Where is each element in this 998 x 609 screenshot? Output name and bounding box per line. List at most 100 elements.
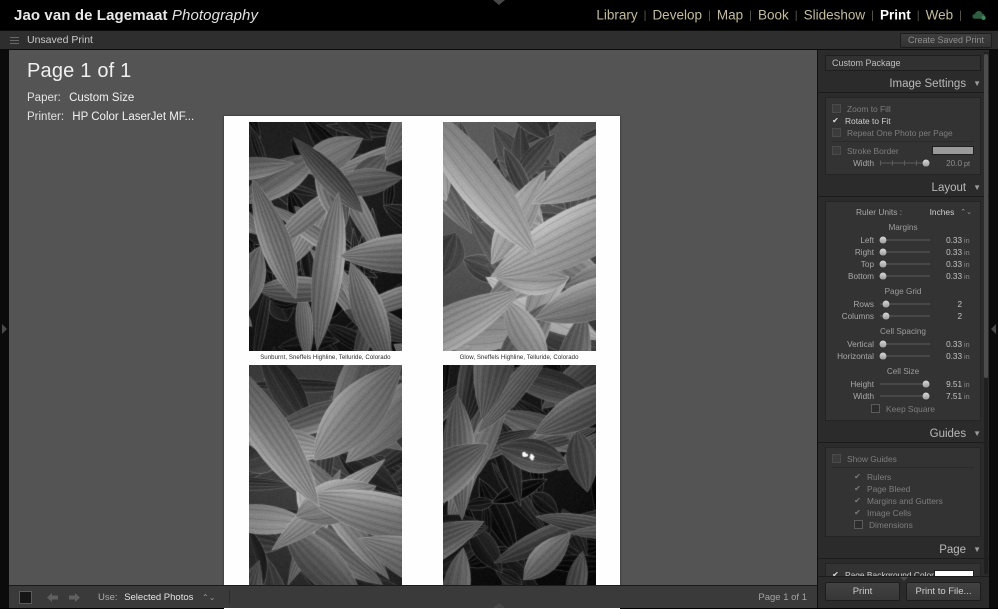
print-page-sheet[interactable]: Sunburnt, Sneffels Highline, Telluride, … bbox=[224, 116, 620, 609]
slider-track[interactable] bbox=[880, 380, 930, 389]
section-title: Image Settings bbox=[889, 78, 966, 90]
slider-rows[interactable]: Rows 2 bbox=[826, 298, 980, 310]
toolbar-divider bbox=[229, 590, 230, 604]
checkbox-icon bbox=[854, 520, 863, 529]
section-header-page[interactable]: Page ▼ bbox=[818, 541, 989, 559]
hamburger-icon[interactable] bbox=[10, 37, 19, 44]
slider-knob[interactable] bbox=[879, 341, 886, 348]
left-panel-collapse-strip[interactable] bbox=[0, 50, 9, 608]
option-rotate-to-fit[interactable]: ✔ Rotate to Fit bbox=[826, 115, 980, 126]
photo-thumbnail[interactable] bbox=[443, 365, 596, 594]
slider-knob[interactable] bbox=[879, 261, 886, 268]
section-title: Guides bbox=[930, 428, 966, 440]
photo-cell[interactable]: A hidden world, Sneffels Highline, Tellu… bbox=[442, 365, 596, 604]
template-preset-field[interactable]: Custom Package bbox=[825, 55, 981, 71]
option-page-bleed[interactable]: ✔ Page Bleed bbox=[826, 483, 980, 494]
slider-knob[interactable] bbox=[879, 249, 886, 256]
section-body-image-settings: Zoom to Fill ✔ Rotate to Fit Repeat One … bbox=[825, 97, 981, 175]
section-header-layout[interactable]: Layout ▼ bbox=[818, 179, 989, 197]
option-show-guides[interactable]: Show Guides bbox=[826, 453, 980, 464]
module-library[interactable]: Library bbox=[591, 8, 642, 23]
slider-knob[interactable] bbox=[922, 381, 929, 388]
slider-track[interactable] bbox=[880, 159, 930, 168]
photo-caption: Sunburnt, Sneffels Highline, Telluride, … bbox=[260, 355, 390, 361]
option-repeat-one-photo[interactable]: Repeat One Photo per Page bbox=[826, 127, 980, 138]
slider-track[interactable] bbox=[880, 260, 930, 269]
paper-row: Paper: Custom Size bbox=[27, 92, 194, 104]
right-panel-scrollbar[interactable] bbox=[984, 52, 988, 574]
slider-line bbox=[880, 264, 930, 265]
slider-track[interactable] bbox=[880, 272, 930, 281]
print-button[interactable]: Print bbox=[825, 582, 900, 601]
slider-margin-right[interactable]: Right 0.33 in bbox=[826, 246, 980, 258]
slider-spacing-vertical[interactable]: Vertical 0.33 in bbox=[826, 338, 980, 350]
option-label: Page Bleed bbox=[867, 484, 910, 494]
module-web[interactable]: Web bbox=[921, 8, 959, 23]
slider-knob[interactable] bbox=[879, 353, 886, 360]
slider-track[interactable] bbox=[880, 248, 930, 257]
option-keep-square[interactable]: Keep Square bbox=[826, 403, 980, 414]
use-selector[interactable]: Use: Selected Photos ⌃⌄ bbox=[98, 592, 215, 603]
photo-thumbnail[interactable] bbox=[249, 365, 402, 594]
section-header-image-settings[interactable]: Image Settings ▼ bbox=[818, 75, 989, 93]
slider-track[interactable] bbox=[880, 340, 930, 349]
slider-cell-height[interactable]: Height 9.51 in bbox=[826, 378, 980, 390]
slider-track[interactable] bbox=[880, 352, 930, 361]
slider-spacing-horizontal[interactable]: Horizontal 0.33 in bbox=[826, 350, 980, 362]
arrow-right-icon[interactable] bbox=[68, 592, 81, 603]
module-map[interactable]: Map bbox=[712, 8, 748, 23]
slider-track[interactable] bbox=[880, 392, 930, 401]
slider-margin-left[interactable]: Left 0.33 in bbox=[826, 234, 980, 246]
photo-thumbnail[interactable] bbox=[443, 122, 596, 351]
print-to-file-button[interactable]: Print to File... bbox=[906, 582, 981, 601]
stroke-color-swatch[interactable] bbox=[932, 146, 974, 155]
photo-cell[interactable]: Glow, Sneffels Highline, Telluride, Colo… bbox=[442, 122, 596, 361]
top-panel-toggle-caret[interactable] bbox=[493, 0, 505, 5]
slider-knob[interactable] bbox=[923, 160, 930, 167]
option-dimensions[interactable]: Dimensions bbox=[826, 519, 980, 530]
slider-knob[interactable] bbox=[922, 393, 929, 400]
slider-unit: in bbox=[962, 340, 974, 349]
option-label: Rotate to Fit bbox=[845, 116, 891, 126]
grid-view-icon[interactable] bbox=[19, 591, 32, 604]
option-page-background-color[interactable]: ✔ Page Background Color bbox=[826, 569, 980, 576]
option-image-cells[interactable]: ✔ Image Cells bbox=[826, 507, 980, 518]
ruler-units-selector[interactable]: Ruler Units : Inches ⌃⌄ bbox=[826, 206, 980, 218]
section-header-guides[interactable]: Guides ▼ bbox=[818, 425, 989, 443]
slider-track[interactable] bbox=[880, 312, 930, 321]
photo-cell[interactable]: Sunburnt, Sneffels Highline, Telluride, … bbox=[248, 122, 402, 361]
module-develop[interactable]: Develop bbox=[647, 8, 707, 23]
option-margins-and-gutters[interactable]: ✔ Margins and Gutters bbox=[826, 495, 980, 506]
right-panel-collapse-strip[interactable] bbox=[989, 50, 998, 608]
slider-margin-top[interactable]: Top 0.33 in bbox=[826, 258, 980, 270]
scrollbar-thumb[interactable] bbox=[984, 54, 988, 378]
slider-label: Right bbox=[832, 248, 880, 257]
slider-label: Left bbox=[832, 236, 880, 245]
module-print[interactable]: Print bbox=[875, 8, 916, 23]
slider-knob[interactable] bbox=[879, 237, 886, 244]
option-rulers[interactable]: ✔ Rulers bbox=[826, 471, 980, 482]
photo-grid: Sunburnt, Sneffels Highline, Telluride, … bbox=[248, 122, 596, 603]
slider-cell-width[interactable]: Width 7.51 in bbox=[826, 390, 980, 402]
slider-knob[interactable] bbox=[882, 313, 889, 320]
arrow-left-icon[interactable] bbox=[46, 592, 59, 603]
create-saved-print-button[interactable]: Create Saved Print bbox=[900, 33, 992, 48]
cloud-sync-icon[interactable] bbox=[971, 10, 986, 21]
option-zoom-to-fill[interactable]: Zoom to Fill bbox=[826, 103, 980, 114]
slider-track[interactable] bbox=[880, 300, 930, 309]
slider-knob[interactable] bbox=[882, 301, 889, 308]
bottom-panel-toggle-caret[interactable] bbox=[493, 603, 505, 608]
option-stroke-border[interactable]: Stroke Border bbox=[826, 145, 980, 156]
slider-margin-bottom[interactable]: Bottom 0.33 in bbox=[826, 270, 980, 282]
panel-resize-nub[interactable] bbox=[900, 577, 908, 581]
photo-cell[interactable]: Showing its stripes, Sneffels Highline, … bbox=[248, 365, 402, 604]
slider-knob[interactable] bbox=[879, 273, 886, 280]
slider-columns[interactable]: Columns 2 bbox=[826, 310, 980, 322]
module-slideshow[interactable]: Slideshow bbox=[799, 8, 871, 23]
slider-track[interactable] bbox=[880, 236, 930, 245]
slider-value: 0.33 bbox=[930, 260, 962, 269]
slider-stroke-width[interactable]: Width 20.0 pt bbox=[826, 157, 980, 169]
photo-thumbnail[interactable] bbox=[249, 122, 402, 351]
identity-plate[interactable]: Jao van de Lagemaat Photography bbox=[14, 7, 258, 24]
module-book[interactable]: Book bbox=[753, 8, 794, 23]
